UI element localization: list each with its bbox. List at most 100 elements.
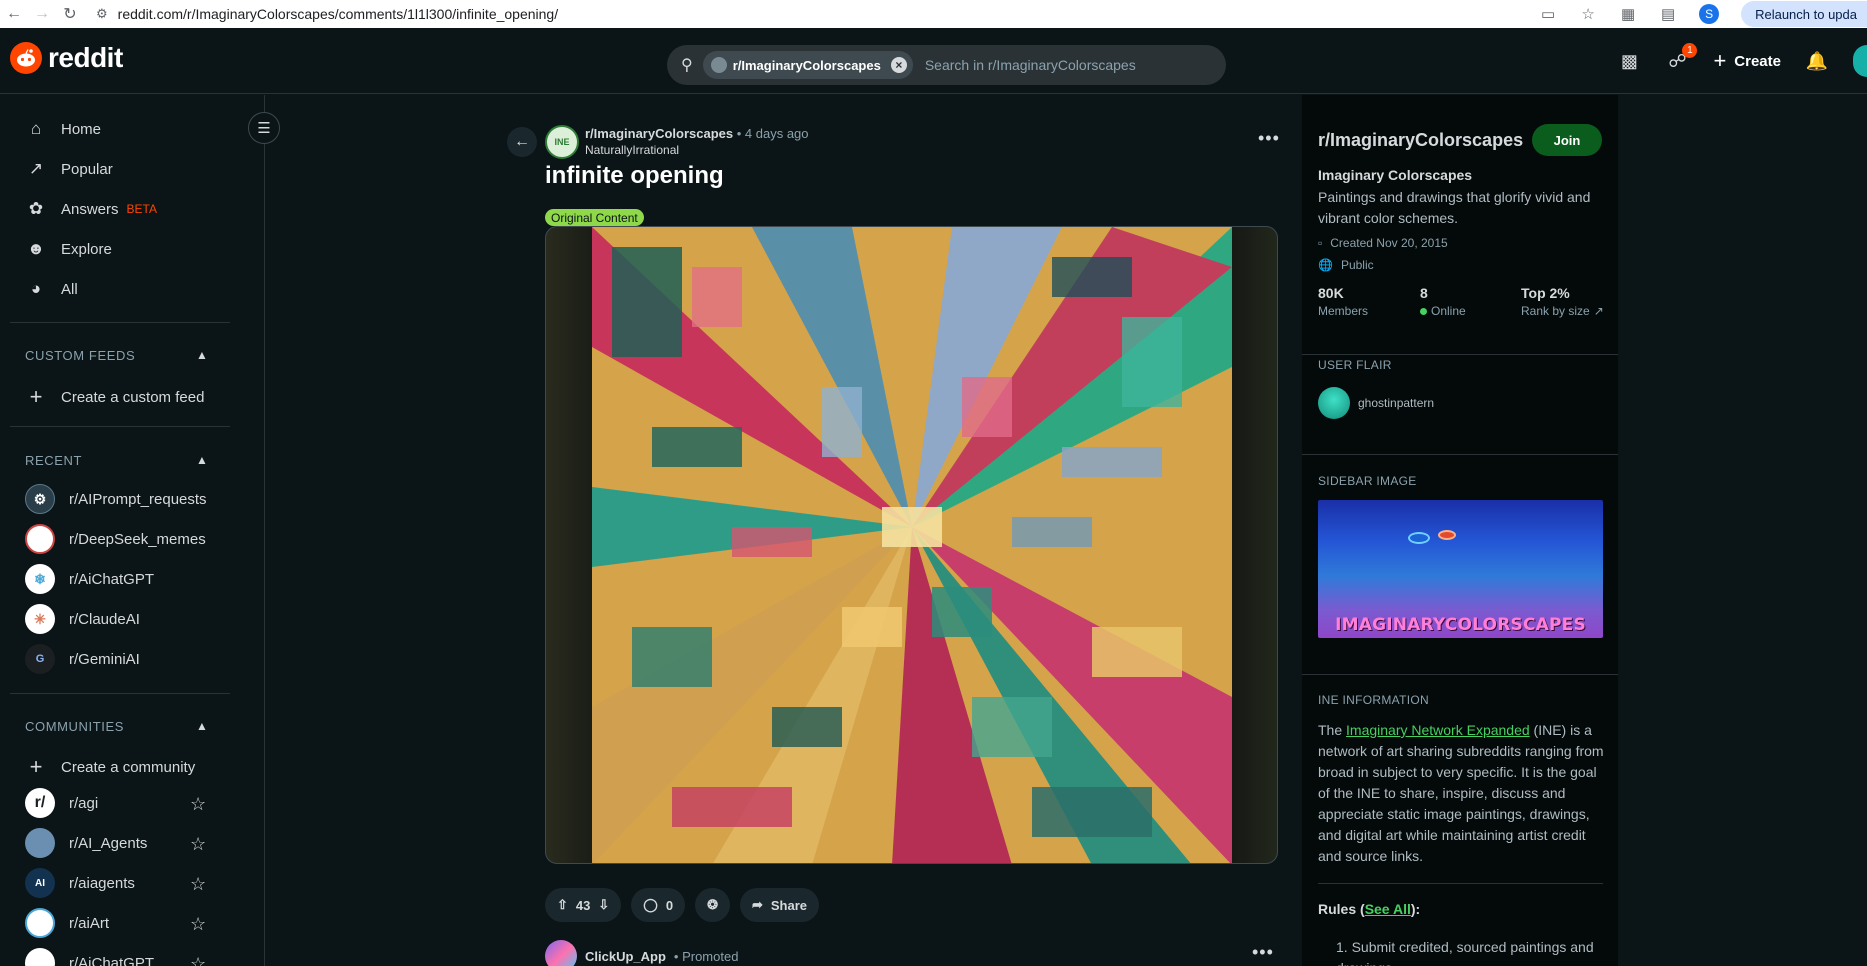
search-bar[interactable]: ⚲ r/ImaginaryColorscapes × [667, 45, 1226, 85]
recent-item[interactable]: r/DeepSeek_memes [25, 524, 215, 554]
chevron-up-icon[interactable]: ▲ [196, 719, 208, 733]
stat-label: Members [1318, 304, 1369, 318]
site-settings-icon[interactable]: ⚙ [96, 6, 108, 22]
sidebar-image[interactable]: IMAGINARYCOLORSCAPES [1318, 500, 1603, 638]
more-options-icon[interactable]: ••• [1252, 942, 1274, 963]
relaunch-button[interactable]: Relaunch to upda [1741, 1, 1867, 27]
rank-stat[interactable]: Top 2% Rank by size ↗ [1521, 285, 1604, 318]
sidebar-image-heading: SIDEBAR IMAGE [1318, 474, 1417, 488]
create-custom-feed[interactable]: + Create a custom feed [25, 384, 205, 410]
post-author[interactable]: NaturallyIrrational [585, 143, 809, 157]
notifications-bell-icon[interactable]: 🔔 [1805, 49, 1829, 73]
rule-item[interactable]: 1. Submit credited, sourced paintings an… [1336, 937, 1606, 966]
reddit-logo[interactable]: reddit [10, 42, 123, 74]
recent-item[interactable]: G r/GeminiAI [25, 644, 215, 674]
sidebar-item-all[interactable]: ◕ All [25, 279, 78, 299]
sidebar-item-label: All [61, 280, 78, 298]
favorite-star-icon[interactable]: ☆ [190, 794, 206, 815]
create-community[interactable]: + Create a community [25, 754, 196, 780]
browser-toolbar: ← → ↻ ⚙ reddit.com/r/ImaginaryColorscape… [0, 0, 1867, 28]
sidebar-item-explore[interactable]: ☻ Explore [25, 239, 112, 259]
popular-icon: ↗ [28, 159, 44, 178]
external-link-icon: ↗ [1593, 304, 1604, 318]
recent-item[interactable]: ✳ r/ClaudeAI [25, 604, 215, 634]
join-button[interactable]: Join [1532, 124, 1602, 156]
recent-heading[interactable]: RECENT [25, 453, 82, 468]
plus-icon: + [29, 754, 43, 779]
recent-item[interactable]: ❄ r/AiChatGPT [25, 564, 215, 594]
community-item[interactable]: r/AI_Agents [25, 828, 215, 858]
community-avatar: ❄ [25, 564, 55, 594]
community-title[interactable]: r/ImaginaryColorscapes [1318, 130, 1523, 151]
community-avatar [25, 908, 55, 938]
user-flair[interactable]: ghostinpattern [1318, 387, 1434, 419]
post-title: infinite opening [545, 162, 724, 189]
post-subreddit-link[interactable]: r/ImaginaryColorscapes [585, 126, 733, 141]
advertise-icon[interactable]: ▩ [1617, 49, 1641, 73]
post-flair[interactable]: Original Content [545, 209, 644, 226]
downvote-icon[interactable]: ⇩ [598, 897, 609, 913]
post-image[interactable] [545, 226, 1278, 864]
collapse-sidebar-button[interactable]: ☰ [248, 112, 280, 144]
recent-item[interactable]: ⚙ r/AIPrompt_requests [25, 484, 215, 514]
rules-label: Rules ( [1318, 901, 1365, 917]
address-bar[interactable]: ⚙ reddit.com/r/ImaginaryColorscapes/comm… [96, 6, 558, 22]
promoted-name[interactable]: ClickUp_App [585, 949, 666, 964]
see-all-rules-link[interactable]: See All [1365, 901, 1411, 917]
create-button[interactable]: + Create [1713, 48, 1781, 74]
back-button[interactable]: ← [507, 127, 537, 157]
favorite-star-icon[interactable]: ☆ [190, 874, 206, 895]
upvote-icon[interactable]: ⇧ [557, 897, 568, 913]
clear-scope-icon[interactable]: × [890, 57, 907, 73]
subreddit-avatar[interactable]: INE [545, 125, 579, 159]
promoted-avatar[interactable] [545, 940, 577, 966]
community-item[interactable]: r/AiChatGPT [25, 948, 215, 966]
comments-button[interactable]: ◯ 0 [631, 888, 686, 922]
share-button[interactable]: ➦ Share [739, 888, 820, 922]
community-name: r/AiChatGPT [69, 570, 155, 588]
community-name: r/GeminiAI [69, 650, 140, 668]
community-name: Imaginary Colorscapes [1318, 167, 1473, 183]
install-app-icon[interactable]: ▭ [1539, 5, 1557, 23]
ine-text: The Imaginary Network Expanded (INE) is … [1318, 720, 1610, 867]
post-meta: r/ImaginaryColorscapes • 4 days ago Natu… [585, 126, 809, 157]
community-item[interactable]: r/aiArt [25, 908, 215, 938]
extensions-icon[interactable]: ▦ [1619, 5, 1637, 23]
reload-icon[interactable]: ↻ [56, 0, 84, 28]
favorite-star-icon[interactable]: ☆ [190, 914, 206, 935]
members-stat: 80K Members [1318, 285, 1368, 318]
create-label: Create [1734, 52, 1781, 70]
divider [10, 322, 230, 323]
ine-link[interactable]: Imaginary Network Expanded [1346, 722, 1530, 738]
chevron-up-icon[interactable]: ▲ [196, 453, 208, 467]
search-scope-chip[interactable]: r/ImaginaryColorscapes × [702, 51, 913, 79]
back-nav-icon[interactable]: ← [0, 0, 28, 28]
forward-nav-icon[interactable]: → [28, 0, 56, 28]
favorite-star-icon[interactable]: ☆ [190, 834, 206, 855]
left-sidebar: ⌂ Home ↗ Popular ✿ Answers BETA ☻ Explor… [0, 95, 265, 966]
user-avatar[interactable] [1853, 45, 1867, 77]
favorite-star-icon[interactable]: ☆ [190, 954, 206, 966]
tab-search-icon[interactable]: ▤ [1659, 5, 1677, 23]
sidebar-item-popular[interactable]: ↗ Popular [25, 159, 113, 179]
custom-feeds-heading[interactable]: CUSTOM FEEDS [25, 348, 135, 363]
award-button[interactable]: ❂ [695, 888, 730, 922]
image-eye-right [1438, 530, 1456, 540]
community-name: r/ClaudeAI [69, 610, 140, 628]
more-options-icon[interactable]: ••• [1258, 128, 1280, 149]
communities-heading[interactable]: COMMUNITIES [25, 719, 124, 734]
sidebar-item-answers[interactable]: ✿ Answers BETA [25, 199, 157, 219]
divider [1302, 674, 1618, 675]
plus-icon: + [29, 384, 43, 409]
profile-avatar[interactable]: S [1699, 4, 1720, 24]
chevron-up-icon[interactable]: ▲ [196, 348, 208, 362]
globe-icon: 🌐 [1318, 258, 1333, 272]
community-item[interactable]: r/ r/agi [25, 788, 215, 818]
sidebar-item-home[interactable]: ⌂ Home [25, 119, 101, 139]
community-item[interactable]: AI r/aiagents [25, 868, 215, 898]
search-input[interactable] [924, 57, 1225, 73]
plus-icon: + [1713, 48, 1727, 73]
chat-icon[interactable]: ☍ 1 [1665, 43, 1698, 73]
bookmark-star-icon[interactable]: ☆ [1579, 5, 1597, 23]
sidebar-item-label: Answers [61, 200, 119, 218]
